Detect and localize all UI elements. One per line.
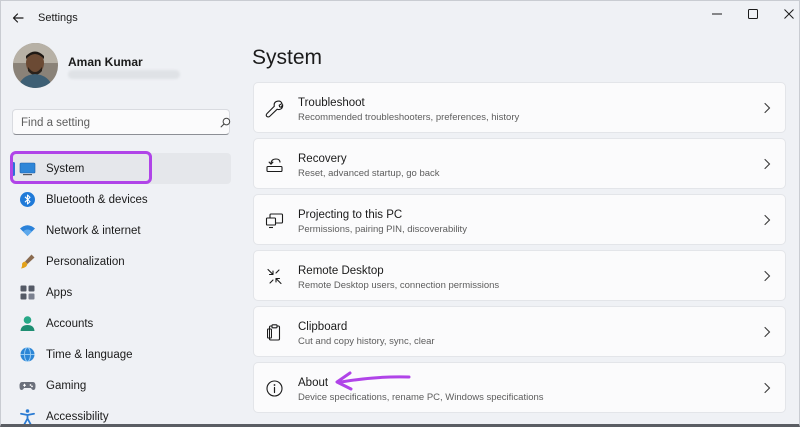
accessibility-icon xyxy=(19,408,36,424)
chevron-right-icon xyxy=(764,102,771,114)
info-icon xyxy=(265,379,284,398)
sidebar-item-label: Accounts xyxy=(46,317,94,330)
chevron-right-icon xyxy=(764,214,771,226)
sidebar-item-gaming[interactable]: Gaming xyxy=(11,370,231,401)
card-recovery[interactable]: Recovery Reset, advanced startup, go bac… xyxy=(253,138,786,189)
remote-desktop-icon xyxy=(265,267,284,286)
recovery-icon xyxy=(265,155,284,174)
card-description: Permissions, pairing PIN, discoverabilit… xyxy=(298,224,467,235)
sidebar-item-accessibility[interactable]: Accessibility xyxy=(11,401,231,424)
wrench-icon xyxy=(265,99,284,118)
chevron-right-icon xyxy=(764,158,771,170)
card-title: Remote Desktop xyxy=(298,265,384,277)
card-title: Clipboard xyxy=(298,321,348,333)
maximize-button[interactable] xyxy=(740,4,766,24)
person-icon xyxy=(19,315,36,332)
sidebar-item-label: Accessibility xyxy=(46,410,109,423)
sidebar-item-label: Personalization xyxy=(46,255,125,268)
sidebar-item-apps[interactable]: Apps xyxy=(11,277,231,308)
card-title: Projecting to this PC xyxy=(298,209,403,221)
user-photo-icon xyxy=(13,43,58,88)
minimize-button[interactable] xyxy=(704,4,730,24)
sidebar-item-bluetooth[interactable]: Bluetooth & devices xyxy=(11,184,231,215)
sidebar-item-system[interactable]: System xyxy=(11,153,231,184)
avatar[interactable] xyxy=(13,43,58,88)
page-title: System xyxy=(252,46,323,69)
card-description: Reset, advanced startup, go back xyxy=(298,168,440,179)
sidebar-item-label: Apps xyxy=(46,286,73,299)
bluetooth-icon xyxy=(19,191,36,208)
card-title: About xyxy=(298,377,329,389)
minimize-icon xyxy=(712,13,722,15)
search-input[interactable] xyxy=(21,114,201,131)
back-button[interactable] xyxy=(10,10,26,26)
profile-email-blurred xyxy=(68,70,180,79)
close-button[interactable] xyxy=(776,4,799,24)
game-controller-icon xyxy=(19,377,36,394)
paintbrush-icon xyxy=(19,253,36,270)
card-remote-desktop[interactable]: Remote Desktop Remote Desktop users, con… xyxy=(253,250,786,301)
sidebar-item-accounts[interactable]: Accounts xyxy=(11,308,231,339)
profile-name: Aman Kumar xyxy=(68,55,143,69)
sidebar-item-time-language[interactable]: Time & language xyxy=(11,339,231,370)
settings-window: Settings Aman Kumar Find a setting Syste… xyxy=(0,0,800,427)
search-icon[interactable] xyxy=(220,117,231,128)
app-title: Settings xyxy=(38,12,78,24)
back-arrow-icon xyxy=(12,13,24,23)
sidebar-item-label: System xyxy=(46,162,85,175)
card-about[interactable]: About Device specifications, rename PC, … xyxy=(253,362,786,413)
wifi-icon xyxy=(19,222,36,239)
card-troubleshoot[interactable]: Troubleshoot Recommended troubleshooters… xyxy=(253,82,786,133)
globe-clock-icon xyxy=(19,346,36,363)
close-icon xyxy=(784,9,794,19)
card-clipboard[interactable]: Clipboard Cut and copy history, sync, cl… xyxy=(253,306,786,357)
card-title: Recovery xyxy=(298,153,347,165)
sidebar-nav: System Bluetooth & devices Network & int… xyxy=(11,153,231,424)
sidebar-item-label: Network & internet xyxy=(46,224,141,237)
title-bar: Settings xyxy=(1,1,799,35)
sidebar-item-label: Gaming xyxy=(46,379,87,392)
chevron-right-icon xyxy=(764,382,771,394)
card-description: Device specifications, rename PC, Window… xyxy=(298,392,544,403)
maximize-icon xyxy=(748,9,758,19)
sidebar-item-label: Time & language xyxy=(46,348,133,361)
card-title: Troubleshoot xyxy=(298,97,365,109)
apps-grid-icon xyxy=(19,284,36,301)
sidebar-item-network[interactable]: Network & internet xyxy=(11,215,231,246)
chevron-right-icon xyxy=(764,270,771,282)
projecting-icon xyxy=(265,211,284,230)
sidebar-item-personalization[interactable]: Personalization xyxy=(11,246,231,277)
card-description: Remote Desktop users, connection permiss… xyxy=(298,280,500,291)
card-description: Recommended troubleshooters, preferences… xyxy=(298,112,520,123)
sidebar-item-label: Bluetooth & devices xyxy=(46,193,148,206)
search-box[interactable] xyxy=(12,109,231,135)
card-projecting[interactable]: Projecting to this PC Permissions, pairi… xyxy=(253,194,786,245)
chevron-right-icon xyxy=(764,326,771,338)
card-description: Cut and copy history, sync, clear xyxy=(298,336,435,347)
monitor-icon xyxy=(19,160,36,177)
clipboard-icon xyxy=(265,323,284,342)
